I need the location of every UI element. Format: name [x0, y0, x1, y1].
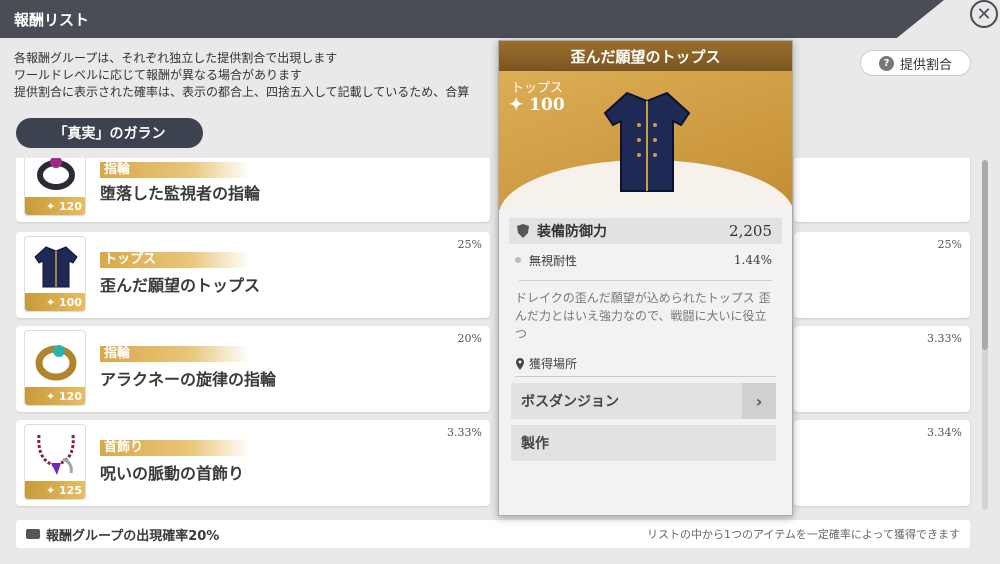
- item-rate: 3.34%: [927, 426, 962, 439]
- popup-item-type: トップス: [511, 81, 564, 96]
- source-label: ボスダンジョン: [521, 394, 619, 410]
- item-name: 歪んだ願望のトップス: [100, 276, 261, 295]
- item-category: 首飾り: [100, 440, 250, 456]
- item-level: ✦ 120: [25, 197, 85, 215]
- item-detail-popup: 歪んだ願望のトップス トップス ✦ 100 装備防御力 2,205 無視耐性 1…: [498, 40, 793, 516]
- window-title: 報酬リスト: [14, 11, 90, 29]
- item-name: 堕落した監視者の指輪: [100, 184, 261, 203]
- item-description: ドレイクの歪んだ願望が込められたトップス 歪んだ力とはいえ強力なので、戦闘に大い…: [515, 291, 771, 341]
- popup-hero: トップス ✦ 100: [499, 71, 792, 210]
- footer-left: 報酬グループの出現確率20%: [26, 525, 219, 544]
- stat-defense: 装備防御力 2,205: [509, 218, 782, 244]
- close-button[interactable]: ✕: [970, 0, 998, 28]
- stat-label: 装備防御力: [537, 224, 607, 240]
- list-item-right[interactable]: 3.33%: [794, 326, 970, 412]
- list-item[interactable]: ✦ 100 トップス 歪んだ願望のトップス 25%: [16, 232, 490, 318]
- list-item-right[interactable]: 25%: [794, 232, 970, 318]
- item-level: ✦ 100: [25, 293, 85, 311]
- item-rate: 3.33%: [927, 332, 962, 345]
- item-rate: 25%: [937, 238, 962, 251]
- title-bar: 報酬リスト: [0, 0, 1000, 38]
- shield-icon: [509, 218, 537, 244]
- item-category: トップス: [100, 252, 250, 268]
- ring-icon: [35, 345, 77, 381]
- scrollbar-thumb[interactable]: [982, 160, 988, 350]
- item-rate: 25%: [457, 238, 482, 251]
- footer-bar: 報酬グループの出現確率20% リストの中から1つのアイテムを一定確率によって獲得…: [16, 520, 970, 548]
- notice-line: 各報酬グループは、それぞれ独立した提供割合で出現します: [14, 51, 338, 65]
- popup-title: 歪んだ願望のトップス: [499, 41, 792, 71]
- question-icon: ?: [878, 55, 894, 71]
- scrollbar[interactable]: [982, 160, 988, 510]
- notice-line: ワールドレベルに応じて報酬が異なる場合があります: [14, 68, 303, 82]
- jacket-icon: [603, 91, 691, 192]
- item-level: ✦ 120: [25, 387, 85, 405]
- group-rate-text: 報酬グループの出現確率20%: [46, 528, 220, 544]
- jacket-icon: [34, 246, 78, 288]
- stat-value: 2,205: [729, 222, 772, 240]
- list-item-right[interactable]: [794, 158, 970, 222]
- close-icon: ✕: [976, 3, 992, 25]
- item-thumbnail: ✦ 100: [24, 236, 86, 312]
- item-thumbnail: ✦ 125: [24, 424, 86, 500]
- footer-note: リストの中から1つのアイテムを一定確率によって獲得できます: [646, 528, 960, 541]
- list-item[interactable]: ✦ 125 首飾り 呪いの脈動の首飾り 3.33%: [16, 420, 490, 506]
- item-category: 指輪: [100, 162, 250, 178]
- source-heading-label: 獲得場所: [529, 357, 578, 371]
- reward-group-tab[interactable]: 「真実」のガラン: [16, 118, 203, 148]
- drop-rate-button[interactable]: ? 提供割合: [860, 50, 971, 76]
- stat-label: 無視耐性: [529, 253, 578, 268]
- item-thumbnail: ✦ 120: [24, 330, 86, 406]
- divider: [519, 280, 772, 281]
- item-rate: 20%: [457, 332, 482, 345]
- item-thumbnail: ✦ 120: [24, 158, 86, 216]
- source-crafting[interactable]: 製作: [511, 425, 776, 461]
- drop-rate-label: 提供割合: [899, 57, 952, 73]
- stat-ignore-resist: 無視耐性 1.44%: [509, 250, 782, 270]
- location-pin-icon: [516, 357, 524, 370]
- ring-icon: [37, 158, 75, 190]
- notice-text: 各報酬グループは、それぞれ独立した提供割合で出現します ワールドレベルに応じて報…: [14, 50, 504, 101]
- list-item-right[interactable]: 3.34%: [794, 420, 970, 506]
- item-name: 呪いの脈動の首飾り: [100, 464, 245, 483]
- item-name: アラクネーの旋律の指輪: [100, 370, 277, 389]
- title-bar-background: [0, 0, 944, 38]
- popup-item-level: ✦ 100: [509, 95, 565, 115]
- notice-line: 提供割合に表示された確率は、表示の都合上、四捨五入して記載しているため、合算: [14, 85, 470, 99]
- list-item[interactable]: ✦ 120 指輪 アラクネーの旋律の指輪 20%: [16, 326, 490, 412]
- source-label: 製作: [521, 436, 549, 452]
- list-item[interactable]: ✦ 120 指輪 堕落した監視者の指輪: [16, 158, 490, 222]
- item-category: 指輪: [100, 346, 250, 362]
- source-heading: 獲得場所: [515, 355, 776, 377]
- bullet-icon: [515, 257, 521, 263]
- stat-value: 1.44%: [733, 253, 772, 267]
- necklace-icon: [37, 434, 75, 475]
- ticket-icon: [26, 529, 40, 539]
- source-boss-dungeon[interactable]: ボスダンジョン ›: [511, 383, 776, 419]
- item-level: ✦ 125: [25, 481, 85, 499]
- item-rate: 3.33%: [447, 426, 482, 439]
- chevron-right-icon[interactable]: ›: [742, 383, 776, 419]
